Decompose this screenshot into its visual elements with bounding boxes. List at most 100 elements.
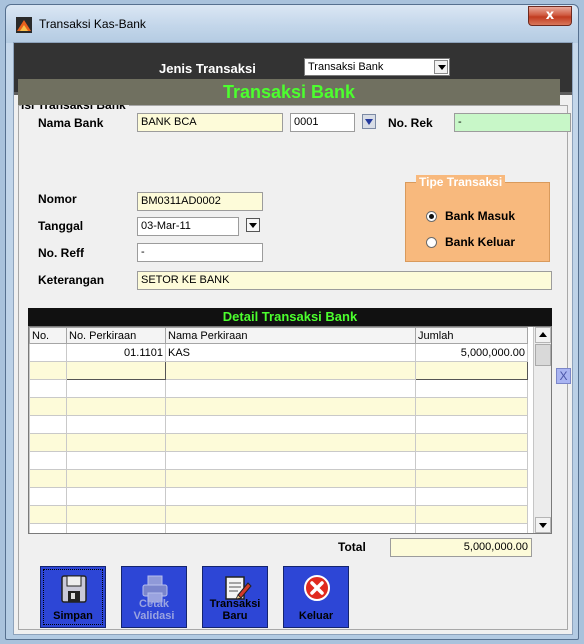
cell[interactable]: [415, 523, 528, 533]
cell[interactable]: [29, 379, 67, 398]
cell[interactable]: [165, 469, 416, 488]
no-rek-label: No. Rek: [388, 116, 433, 130]
no-rek-field[interactable]: -: [454, 113, 571, 132]
table-row[interactable]: [29, 361, 528, 380]
cell[interactable]: [66, 469, 166, 488]
nomor-label: Nomor: [38, 192, 77, 206]
table-row[interactable]: [29, 379, 528, 398]
bank-keluar-label[interactable]: Bank Keluar: [445, 235, 515, 249]
detail-transaksi-header: Detail Transaksi Bank: [28, 308, 552, 326]
cell[interactable]: [415, 415, 528, 434]
cell-no-perkiraan[interactable]: 01.1101: [66, 343, 166, 362]
cell[interactable]: [165, 487, 416, 506]
cell[interactable]: [165, 415, 416, 434]
no-reff-value: -: [141, 246, 145, 258]
scroll-up-icon[interactable]: [535, 327, 551, 343]
cell[interactable]: [66, 523, 166, 533]
cell[interactable]: [66, 379, 166, 398]
no-reff-label: No. Reff: [38, 246, 84, 260]
cell[interactable]: [29, 505, 67, 524]
table-row[interactable]: [29, 397, 528, 416]
title-bar[interactable]: Transaksi Kas-Bank x: [6, 5, 578, 43]
cell[interactable]: [415, 379, 528, 398]
cell-nama-perkiraan[interactable]: KAS: [165, 343, 416, 362]
simpan-button[interactable]: Simpan: [40, 566, 106, 628]
nama-bank-field[interactable]: BANK BCA: [137, 113, 283, 132]
cell[interactable]: [415, 469, 528, 488]
table-header-row: No. No. Perkiraan Nama Perkiraan Jumlah: [29, 327, 528, 344]
bank-dropdown-icon[interactable]: [362, 114, 376, 129]
cetak-validasi-button[interactable]: Cetak Validasi: [121, 566, 187, 628]
cell[interactable]: [66, 487, 166, 506]
nomor-value: BM0311AD0002: [141, 195, 221, 207]
cell[interactable]: [66, 361, 166, 380]
cell[interactable]: [29, 433, 67, 452]
no-reff-field[interactable]: -: [137, 243, 263, 262]
calendar-dropdown-icon[interactable]: [246, 218, 260, 232]
bank-masuk-radio[interactable]: [426, 211, 437, 222]
tipe-transaksi-group: Tipe Transaksi Bank Masuk Bank Keluar: [405, 175, 550, 262]
keluar-button[interactable]: Keluar: [283, 566, 349, 628]
vertical-scrollbar[interactable]: [533, 327, 551, 533]
tanggal-label: Tanggal: [38, 219, 84, 233]
cell[interactable]: [165, 451, 416, 470]
cell[interactable]: [415, 397, 528, 416]
cell[interactable]: [29, 397, 67, 416]
table-row[interactable]: [29, 469, 528, 488]
cell[interactable]: [29, 487, 67, 506]
cell[interactable]: [29, 469, 67, 488]
close-icon: x: [545, 8, 555, 23]
cell[interactable]: [66, 505, 166, 524]
cell[interactable]: [415, 487, 528, 506]
cell[interactable]: [29, 451, 67, 470]
cell[interactable]: [66, 415, 166, 434]
cell[interactable]: [165, 361, 416, 380]
bank-masuk-label[interactable]: Bank Masuk: [445, 209, 515, 223]
nama-bank-label: Nama Bank: [38, 116, 104, 130]
table-row[interactable]: [29, 505, 528, 524]
cell[interactable]: [165, 397, 416, 416]
cell[interactable]: [66, 397, 166, 416]
cell[interactable]: [66, 451, 166, 470]
jenis-transaksi-select[interactable]: Transaksi Bank: [304, 58, 450, 76]
table-row[interactable]: [29, 433, 528, 452]
cell[interactable]: [165, 379, 416, 398]
nomor-field[interactable]: BM0311AD0002: [137, 192, 263, 211]
detail-grid[interactable]: No. No. Perkiraan Nama Perkiraan Jumlah …: [28, 326, 552, 534]
column-header-no-perkiraan[interactable]: No. Perkiraan: [66, 327, 166, 344]
cell[interactable]: [29, 415, 67, 434]
cell-no[interactable]: [29, 343, 67, 362]
tanggal-field[interactable]: 03-Mar-11: [137, 217, 239, 236]
cell[interactable]: [29, 523, 67, 533]
kode-bank-value: 0001: [294, 116, 319, 128]
cell-jumlah[interactable]: 5,000,000.00: [415, 343, 528, 362]
cell[interactable]: [415, 451, 528, 470]
kode-bank-field[interactable]: 0001: [290, 113, 355, 132]
scroll-down-icon[interactable]: [535, 517, 551, 533]
cell[interactable]: [165, 523, 416, 533]
column-header-no[interactable]: No.: [29, 327, 67, 344]
cell[interactable]: [415, 433, 528, 452]
jenis-transaksi-label: Jenis Transaksi: [159, 61, 256, 76]
column-header-nama-perkiraan[interactable]: Nama Perkiraan: [165, 327, 416, 344]
transaksi-baru-button[interactable]: Transaksi Baru: [202, 566, 268, 628]
cell[interactable]: [66, 433, 166, 452]
chevron-down-icon[interactable]: [434, 60, 448, 74]
column-header-jumlah[interactable]: Jumlah: [415, 327, 528, 344]
cell[interactable]: [415, 505, 528, 524]
cell[interactable]: [29, 361, 67, 380]
scroll-thumb[interactable]: [535, 344, 551, 366]
bank-keluar-radio[interactable]: [426, 237, 437, 248]
close-button[interactable]: x: [528, 6, 572, 26]
table-row[interactable]: [29, 451, 528, 470]
delete-row-button[interactable]: X: [556, 368, 571, 384]
cell[interactable]: [415, 361, 528, 380]
table-row[interactable]: [29, 415, 528, 434]
table-row[interactable]: [29, 523, 528, 533]
cell[interactable]: [165, 433, 416, 452]
keterangan-field[interactable]: SETOR KE BANK: [137, 271, 552, 290]
window-title: Transaksi Kas-Bank: [39, 17, 146, 31]
table-row[interactable]: 01.1101 KAS 5,000,000.00: [29, 343, 528, 362]
table-row[interactable]: [29, 487, 528, 506]
cell[interactable]: [165, 505, 416, 524]
